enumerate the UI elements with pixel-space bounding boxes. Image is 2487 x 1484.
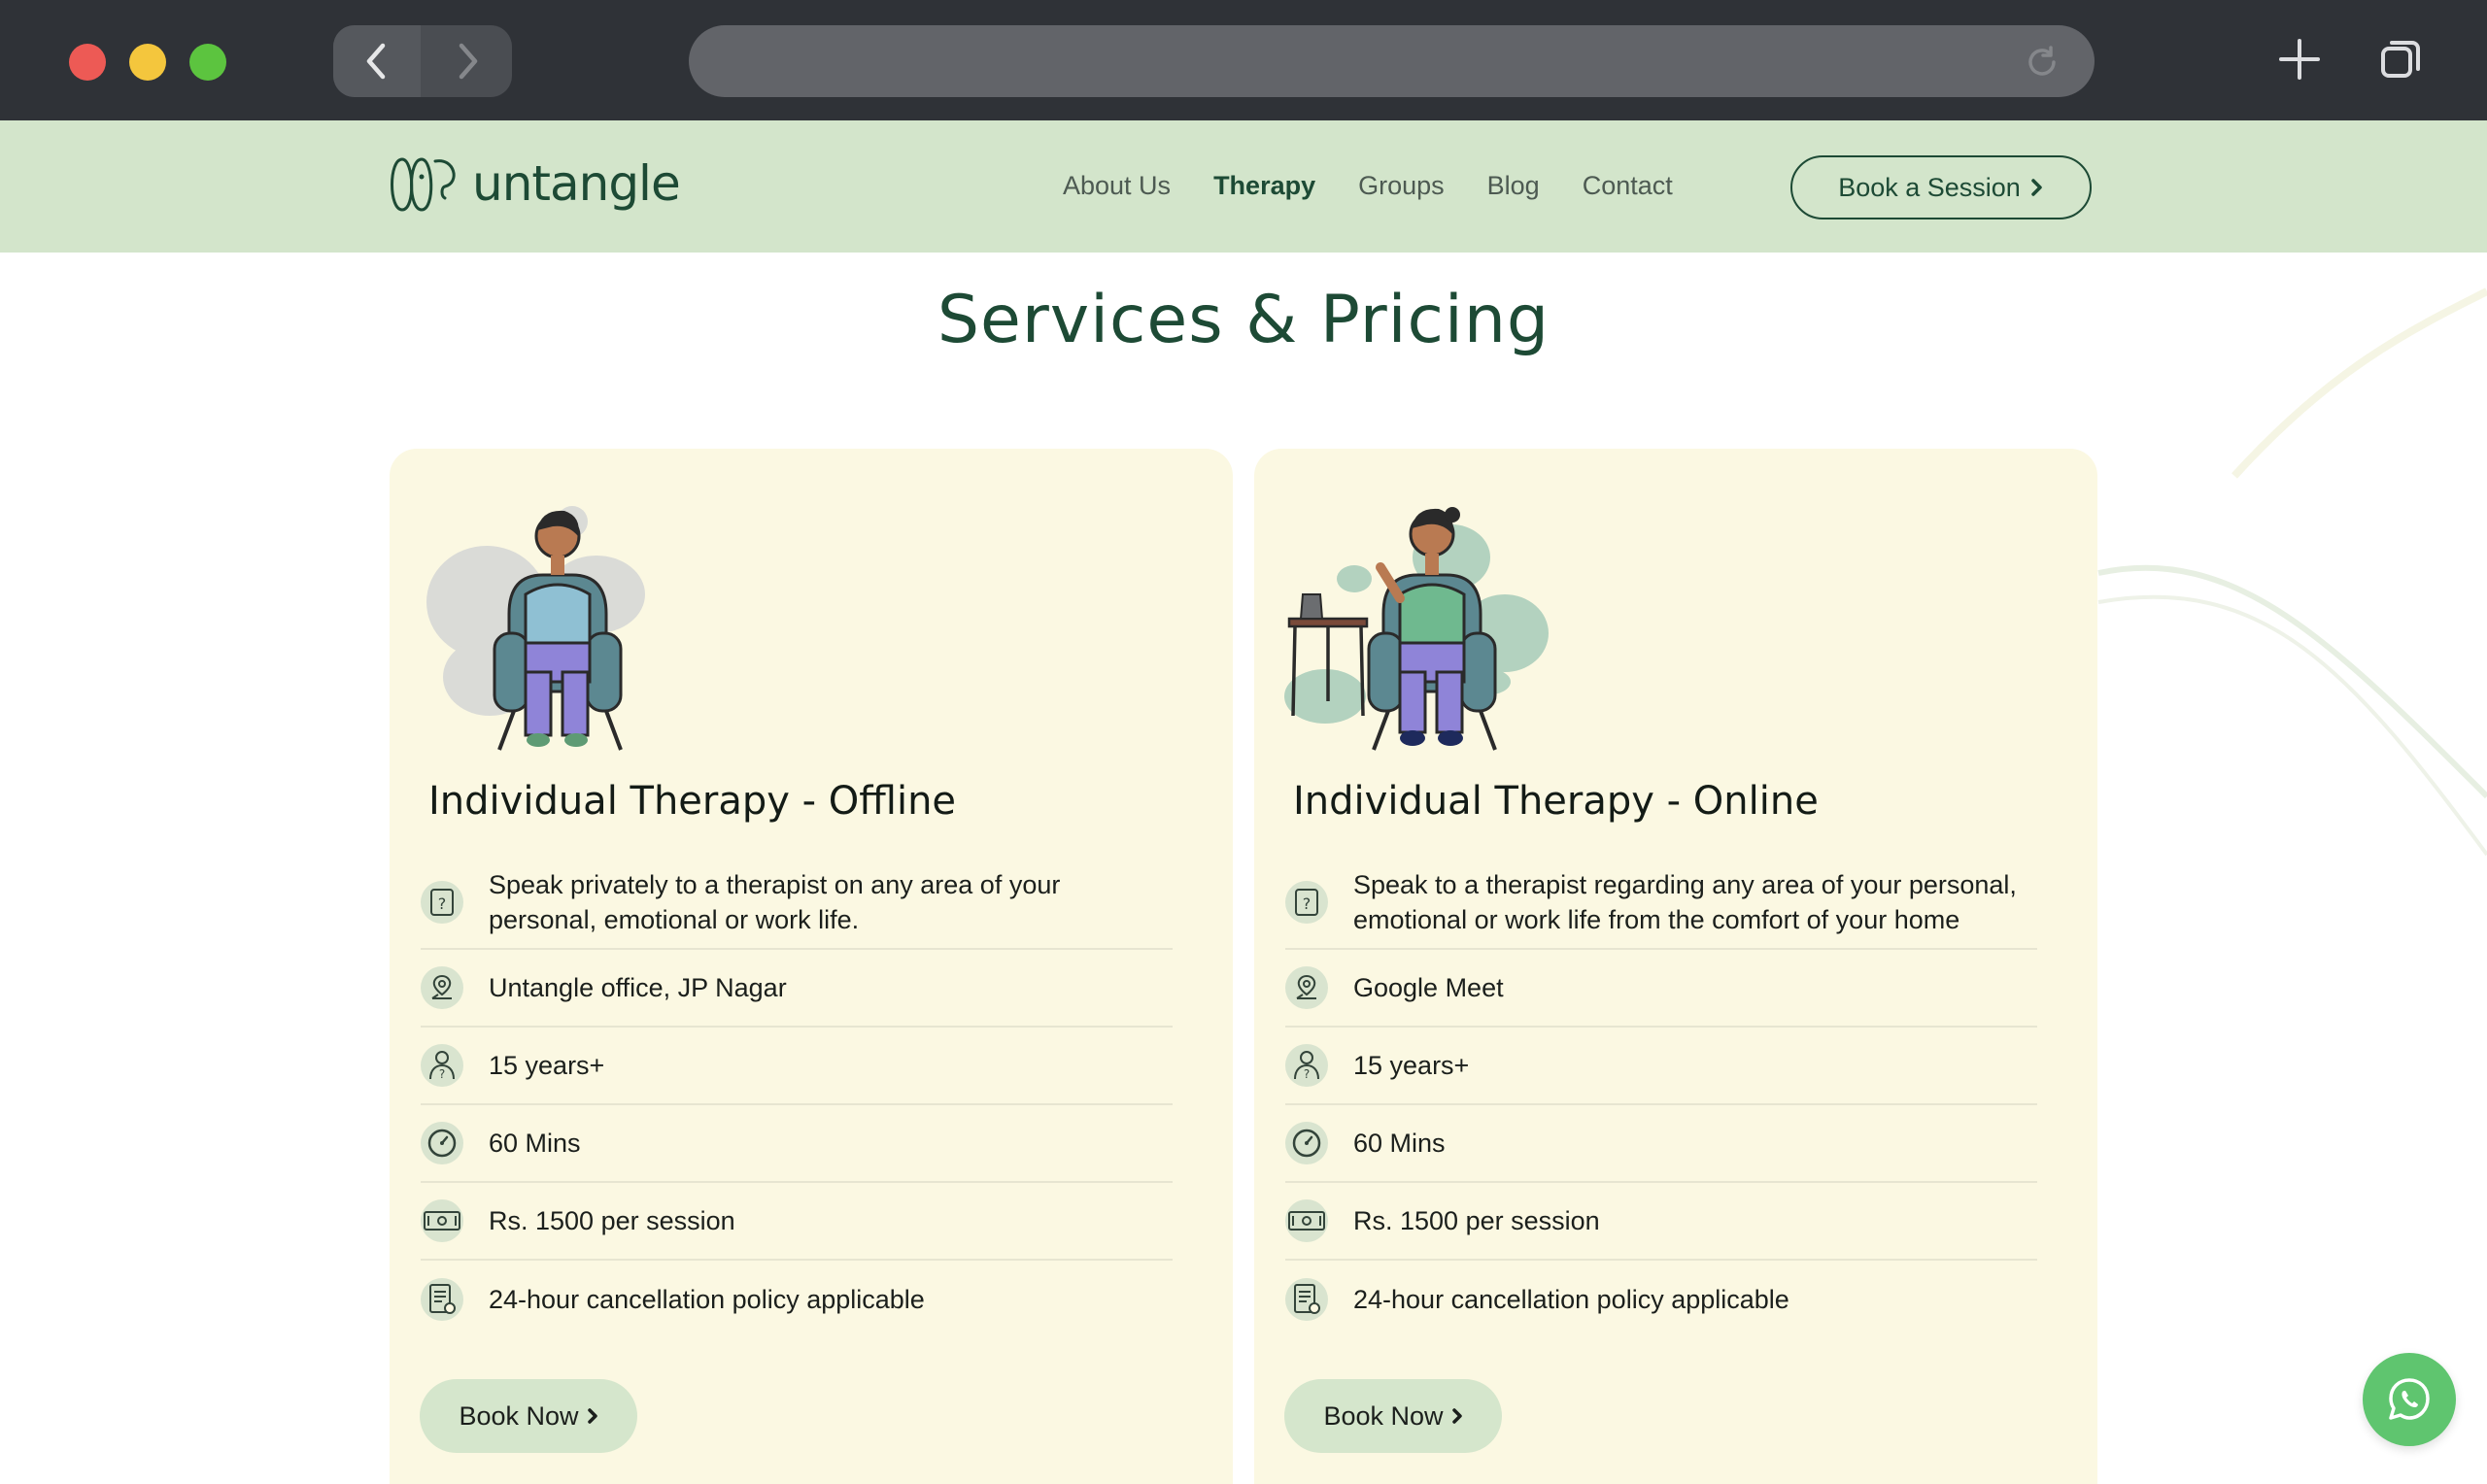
svg-text:?: ? bbox=[438, 894, 447, 913]
therapy-offline-illustration bbox=[426, 506, 645, 751]
detail-row-experience: ? 15 years+ bbox=[421, 1028, 1173, 1105]
detail-text: 24-hour cancellation policy applicable bbox=[489, 1285, 925, 1314]
history-nav bbox=[333, 25, 512, 97]
detail-row-experience: ? 15 years+ bbox=[1285, 1028, 2037, 1105]
policy-document-icon bbox=[1285, 1278, 1328, 1321]
detail-text: Untangle office, JP Nagar bbox=[489, 973, 787, 1002]
detail-row-duration: 60 Mins bbox=[1285, 1105, 2037, 1183]
money-icon bbox=[421, 1199, 463, 1242]
detail-row-description: ? Speak to a therapist regarding any are… bbox=[1285, 857, 2037, 950]
card-title: Individual Therapy - Offline bbox=[428, 779, 957, 824]
chevron-right-icon bbox=[2031, 179, 2042, 196]
nav-about-us[interactable]: About Us bbox=[1063, 171, 1171, 201]
tabs-icon bbox=[2381, 41, 2420, 78]
detail-row-location: Untangle office, JP Nagar bbox=[421, 950, 1173, 1028]
book-now-button[interactable]: Book Now bbox=[420, 1379, 637, 1453]
plus-icon bbox=[2279, 39, 2320, 80]
detail-row-location: Google Meet bbox=[1285, 950, 2037, 1028]
service-card-offline: Individual Therapy - Offline ? Speak pri… bbox=[390, 449, 1233, 1484]
question-icon: ? bbox=[421, 881, 463, 924]
book-now-button[interactable]: Book Now bbox=[1284, 1379, 1502, 1453]
detail-row-duration: 60 Mins bbox=[421, 1105, 1173, 1183]
book-now-label: Book Now bbox=[1323, 1400, 1444, 1431]
detail-text: Google Meet bbox=[1353, 973, 1504, 1002]
money-icon bbox=[1285, 1199, 1328, 1242]
question-icon: ? bbox=[1285, 881, 1328, 924]
forward-button[interactable] bbox=[424, 25, 511, 97]
minimize-window-button[interactable] bbox=[129, 44, 166, 81]
nav-contact[interactable]: Contact bbox=[1583, 171, 1673, 201]
tabs-overview-button[interactable] bbox=[2379, 37, 2424, 85]
nav-blog[interactable]: Blog bbox=[1487, 171, 1540, 201]
logo-text: untangle bbox=[472, 155, 681, 212]
detail-row-price: Rs. 1500 per session bbox=[421, 1183, 1173, 1261]
detail-text: Speak to a therapist regarding any area … bbox=[1353, 870, 2017, 934]
service-card-online: Individual Therapy - Online ? Speak to a… bbox=[1254, 449, 2097, 1484]
new-tab-button[interactable] bbox=[2277, 37, 2322, 85]
svg-text:?: ? bbox=[439, 1067, 445, 1081]
chevron-right-icon bbox=[1451, 1408, 1462, 1424]
detail-text: Rs. 1500 per session bbox=[1353, 1206, 1600, 1235]
whatsapp-icon bbox=[2389, 1378, 2430, 1420]
service-details: ? Speak to a therapist regarding any are… bbox=[1285, 857, 2037, 1338]
policy-document-icon bbox=[421, 1278, 463, 1321]
svg-text:?: ? bbox=[1303, 894, 1312, 913]
clock-icon bbox=[1285, 1122, 1328, 1164]
back-button[interactable] bbox=[333, 25, 421, 97]
therapist-icon: ? bbox=[421, 1044, 463, 1087]
reload-icon[interactable] bbox=[2025, 45, 2060, 84]
main-nav: About Us Therapy Groups Blog Contact bbox=[1063, 171, 1673, 201]
detail-row-description: ? Speak privately to a therapist on any … bbox=[421, 857, 1173, 950]
site-header: untangle About Us Therapy Groups Blog Co… bbox=[0, 120, 2487, 253]
book-now-label: Book Now bbox=[459, 1400, 579, 1431]
book-session-label: Book a Session bbox=[1838, 172, 2021, 202]
detail-row-policy: 24-hour cancellation policy applicable bbox=[1285, 1261, 2037, 1338]
logo[interactable]: untangle bbox=[387, 153, 681, 214]
therapist-icon: ? bbox=[1285, 1044, 1328, 1087]
browser-toolbar bbox=[0, 0, 2487, 120]
location-icon bbox=[1285, 966, 1328, 1009]
book-session-button[interactable]: Book a Session bbox=[1790, 155, 2092, 219]
detail-text: 24-hour cancellation policy applicable bbox=[1353, 1285, 1789, 1314]
address-bar[interactable] bbox=[689, 25, 2095, 97]
svg-text:?: ? bbox=[1304, 1067, 1310, 1081]
close-window-button[interactable] bbox=[69, 44, 106, 81]
maximize-window-button[interactable] bbox=[189, 44, 226, 81]
chevron-right-icon bbox=[459, 43, 478, 80]
detail-text: 60 Mins bbox=[1353, 1129, 1446, 1158]
detail-text: Speak privately to a therapist on any ar… bbox=[489, 870, 1061, 934]
location-icon bbox=[421, 966, 463, 1009]
background-swoosh bbox=[2097, 287, 2487, 857]
detail-row-price: Rs. 1500 per session bbox=[1285, 1183, 2037, 1261]
detail-text: Rs. 1500 per session bbox=[489, 1206, 735, 1235]
detail-text: 15 years+ bbox=[1353, 1051, 1470, 1080]
detail-text: 15 years+ bbox=[489, 1051, 605, 1080]
page-title: Services & Pricing bbox=[937, 282, 1550, 358]
chevron-left-icon bbox=[366, 43, 386, 80]
whatsapp-chat-button[interactable] bbox=[2363, 1353, 2456, 1446]
service-details: ? Speak privately to a therapist on any … bbox=[421, 857, 1173, 1338]
detail-text: 60 Mins bbox=[489, 1129, 581, 1158]
detail-row-policy: 24-hour cancellation policy applicable bbox=[421, 1261, 1173, 1338]
clock-icon bbox=[421, 1122, 463, 1164]
chevron-right-icon bbox=[587, 1408, 597, 1424]
nav-groups[interactable]: Groups bbox=[1358, 171, 1445, 201]
card-title: Individual Therapy - Online bbox=[1293, 779, 1819, 824]
therapy-online-illustration bbox=[1284, 507, 1549, 751]
untangle-logo-icon bbox=[391, 157, 456, 212]
nav-therapy[interactable]: Therapy bbox=[1213, 171, 1315, 201]
